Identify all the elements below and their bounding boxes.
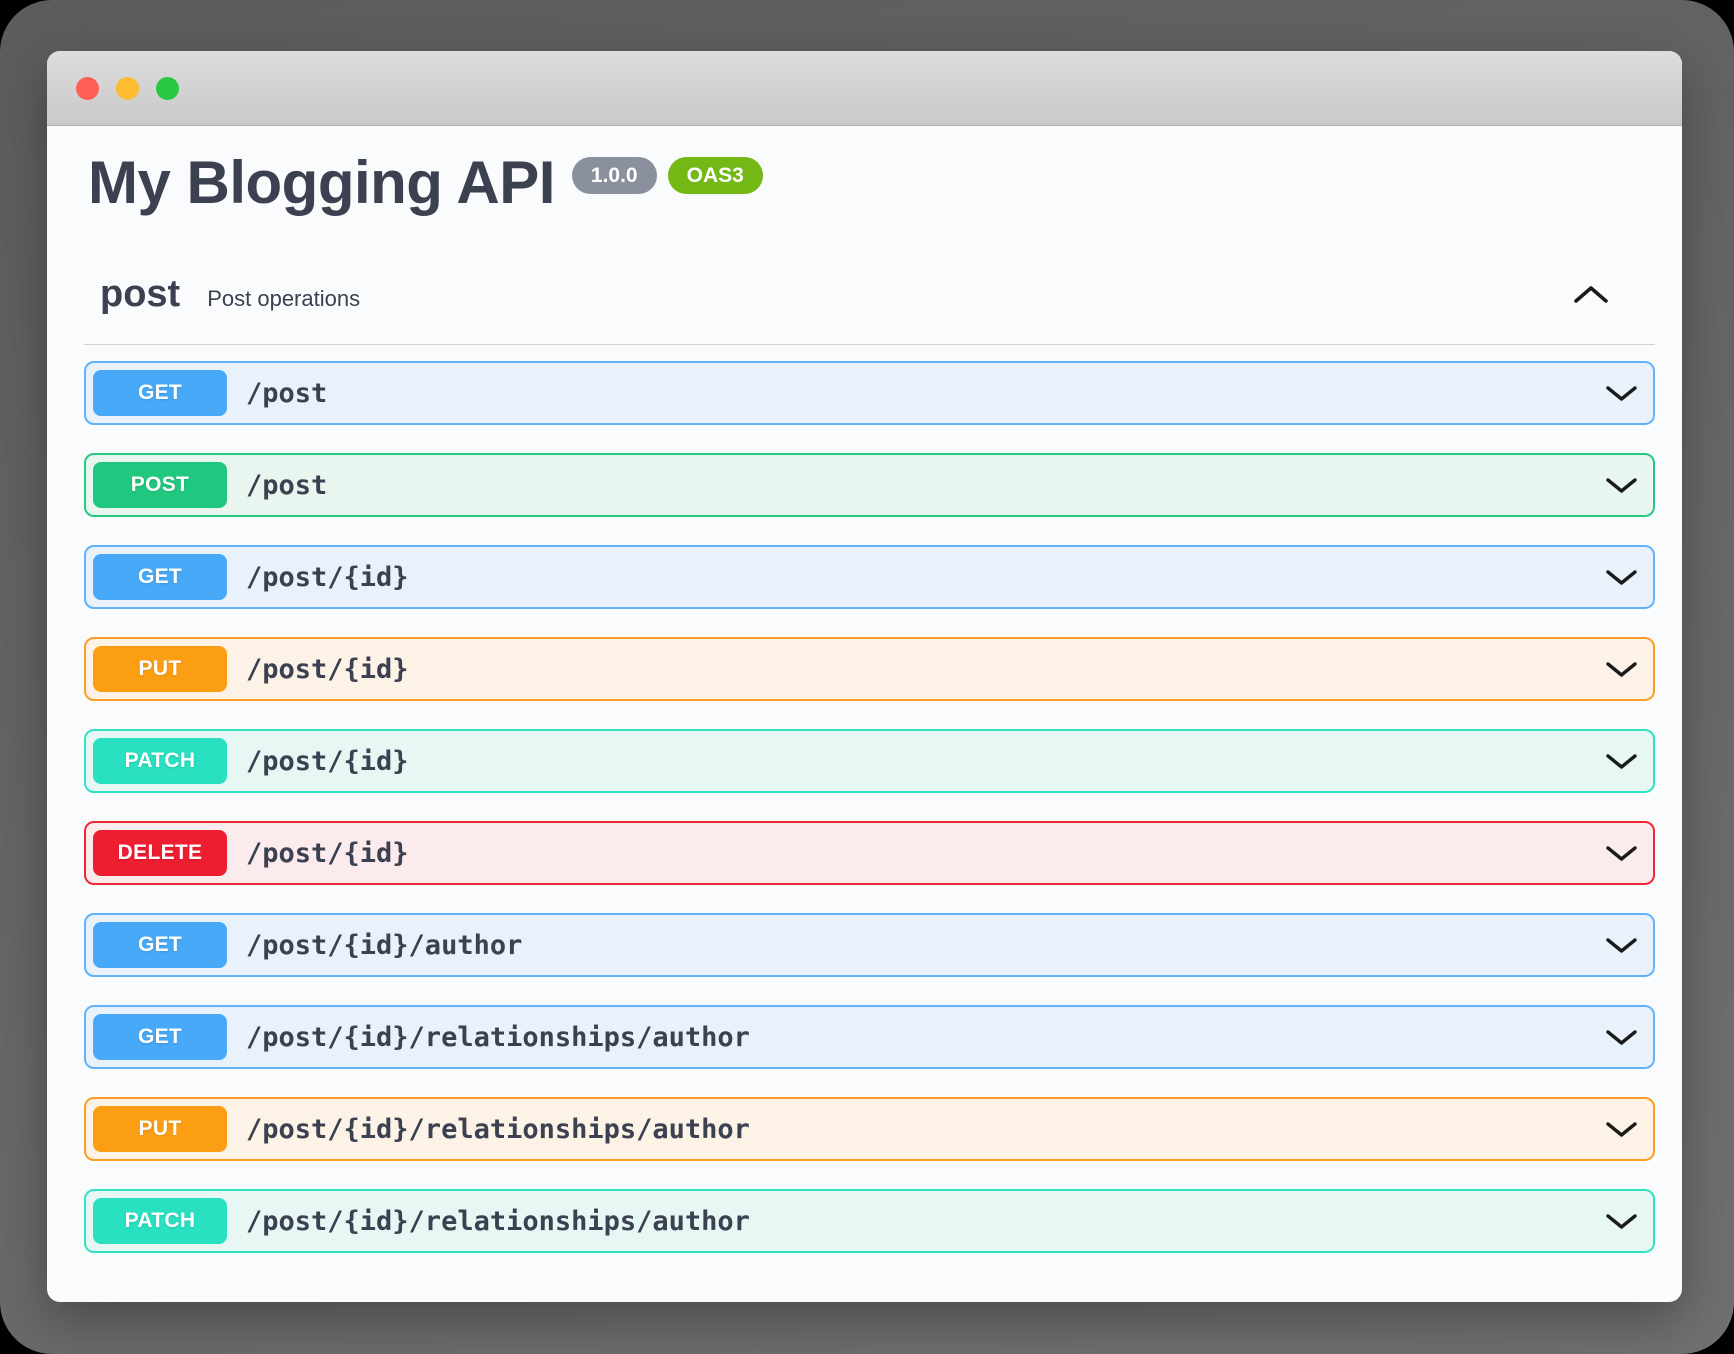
chevron-down-icon[interactable] xyxy=(1605,661,1638,678)
method-badge: GET xyxy=(93,1014,227,1060)
endpoint-path: /post/{id}/relationships/author xyxy=(246,1206,750,1237)
method-badge: DELETE xyxy=(93,830,227,876)
chevron-down-icon[interactable] xyxy=(1605,1029,1638,1046)
method-badge: PATCH xyxy=(93,1198,227,1244)
method-badge: GET xyxy=(93,922,227,968)
operation-row[interactable]: PATCH /post/{id} xyxy=(84,729,1655,793)
minimize-button[interactable] xyxy=(116,77,139,100)
titlebar[interactable] xyxy=(47,51,1682,126)
operation-row[interactable]: GET /post xyxy=(84,361,1655,425)
endpoint-path: /post/{id} xyxy=(246,562,409,593)
operation-row[interactable]: PATCH /post/{id}/relationships/author xyxy=(84,1189,1655,1253)
endpoint-path: /post xyxy=(246,470,327,501)
tag-section-header[interactable]: post Post operations xyxy=(100,272,1655,316)
operation-row[interactable]: GET /post/{id} xyxy=(84,545,1655,609)
tag-name: post xyxy=(100,272,180,316)
method-badge: PUT xyxy=(93,646,227,692)
endpoint-path: /post/{id} xyxy=(246,746,409,777)
endpoint-path: /post/{id} xyxy=(246,838,409,869)
chevron-down-icon[interactable] xyxy=(1605,753,1638,770)
operation-row[interactable]: PUT /post/{id} xyxy=(84,637,1655,701)
chevron-down-icon[interactable] xyxy=(1605,845,1638,862)
page-title: My Blogging API xyxy=(88,150,555,216)
zoom-button[interactable] xyxy=(156,77,179,100)
app-window: My Blogging API 1.0.0 OAS3 post Post ope… xyxy=(47,51,1682,1302)
chevron-down-icon[interactable] xyxy=(1605,937,1638,954)
window-shadow-frame: My Blogging API 1.0.0 OAS3 post Post ope… xyxy=(0,0,1734,1354)
operation-row[interactable]: GET /post/{id}/author xyxy=(84,913,1655,977)
api-header: My Blogging API 1.0.0 OAS3 xyxy=(88,150,1655,216)
operation-row[interactable]: GET /post/{id}/relationships/author xyxy=(84,1005,1655,1069)
endpoint-path: /post/{id}/author xyxy=(246,930,522,961)
close-button[interactable] xyxy=(76,77,99,100)
version-badge: 1.0.0 xyxy=(572,157,657,194)
operation-row[interactable]: DELETE /post/{id} xyxy=(84,821,1655,885)
endpoint-path: /post/{id}/relationships/author xyxy=(246,1022,750,1053)
endpoint-path: /post/{id}/relationships/author xyxy=(246,1114,750,1145)
page-content: My Blogging API 1.0.0 OAS3 post Post ope… xyxy=(47,150,1682,1253)
operation-row[interactable]: POST /post xyxy=(84,453,1655,517)
endpoint-path: /post/{id} xyxy=(246,654,409,685)
chevron-down-icon[interactable] xyxy=(1605,1121,1638,1138)
method-badge: GET xyxy=(93,370,227,416)
chevron-up-icon[interactable] xyxy=(1573,285,1609,304)
chevron-down-icon[interactable] xyxy=(1605,1213,1638,1230)
endpoint-path: /post xyxy=(246,378,327,409)
chevron-down-icon[interactable] xyxy=(1605,477,1638,494)
method-badge: POST xyxy=(93,462,227,508)
method-badge: PATCH xyxy=(93,738,227,784)
chevron-down-icon[interactable] xyxy=(1605,385,1638,402)
chevron-down-icon[interactable] xyxy=(1605,569,1638,586)
section-divider xyxy=(84,344,1655,345)
operation-row[interactable]: PUT /post/{id}/relationships/author xyxy=(84,1097,1655,1161)
spec-badge: OAS3 xyxy=(668,157,763,194)
tag-description: Post operations xyxy=(207,286,360,312)
badges: 1.0.0 OAS3 xyxy=(572,150,763,194)
method-badge: GET xyxy=(93,554,227,600)
method-badge: PUT xyxy=(93,1106,227,1152)
operations-list: GET /post POST /post GET /post/{id} PUT … xyxy=(84,361,1655,1253)
